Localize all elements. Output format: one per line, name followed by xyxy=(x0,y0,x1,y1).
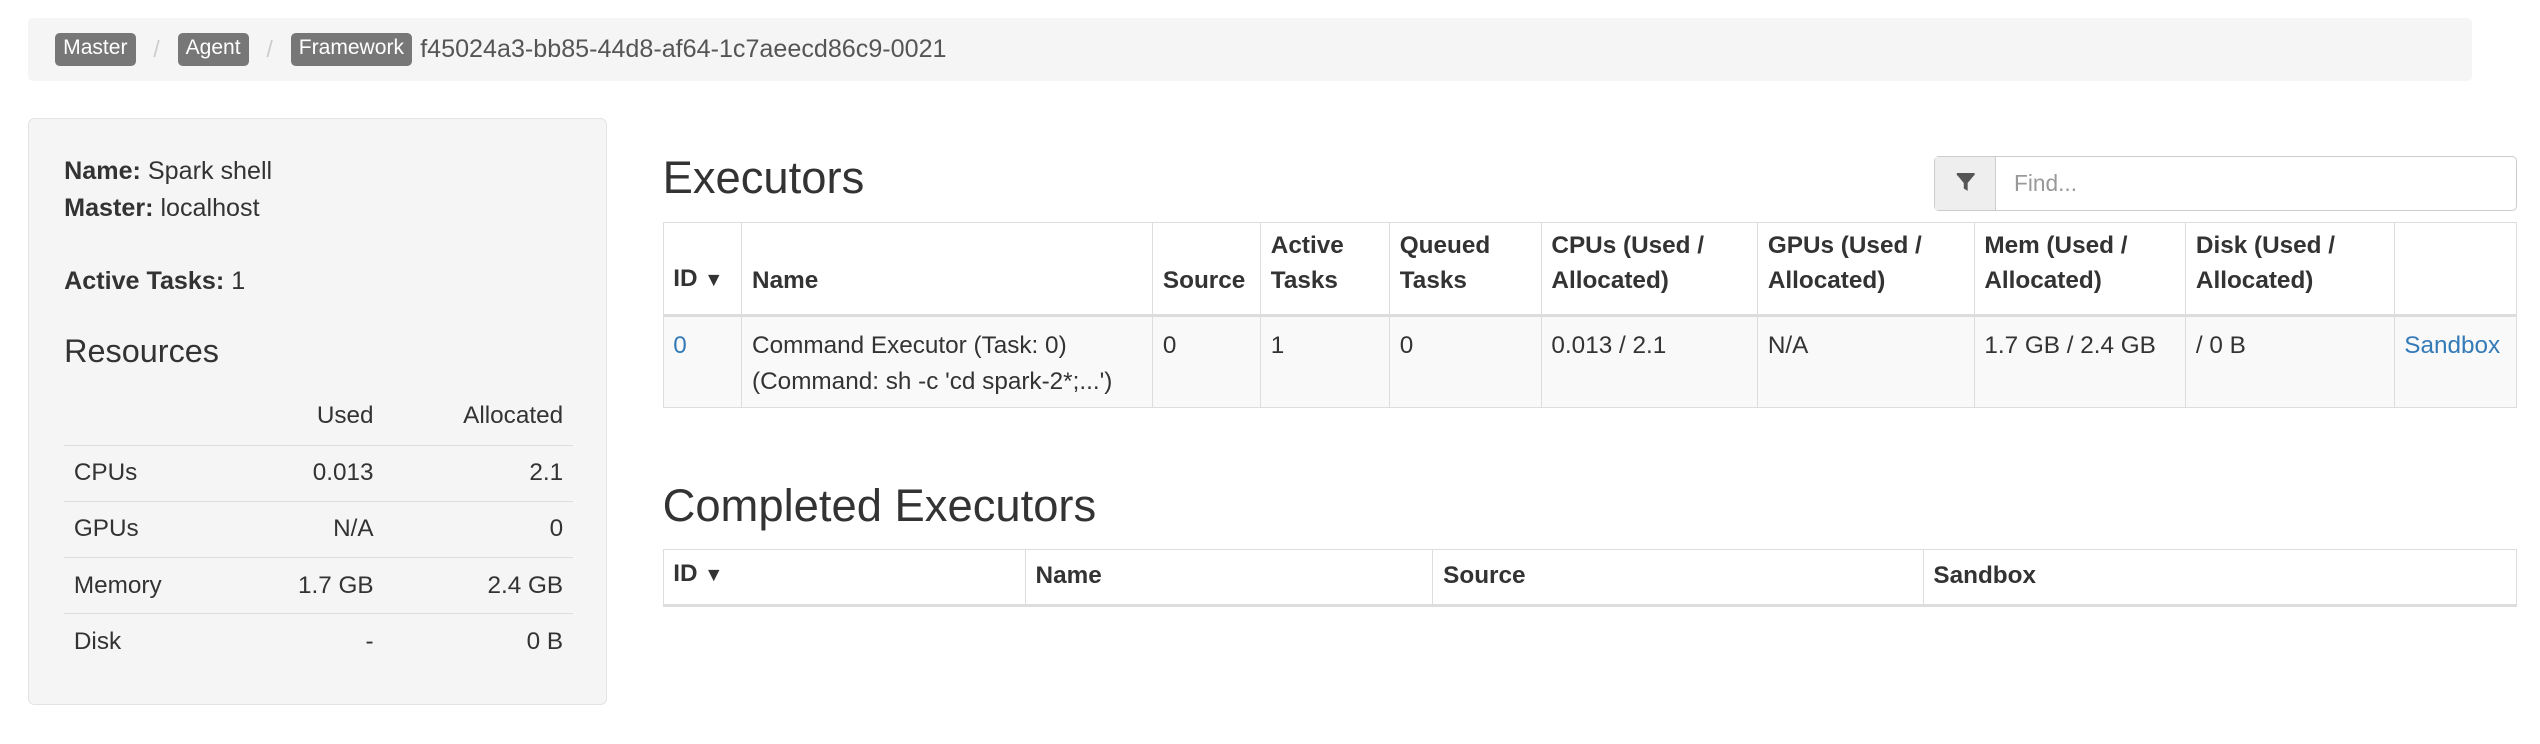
column-header-sandbox[interactable]: Sandbox xyxy=(1922,549,2518,607)
resources-row-memory: Memory 1.7 GB 2.4 GB xyxy=(64,557,573,615)
completed-executors-table: ID ▼ Name Source Sandbox xyxy=(662,549,2518,607)
column-header-source[interactable]: Source xyxy=(1432,549,1924,607)
active-tasks-label: Active Tasks: xyxy=(64,266,225,295)
header-line: Tasks xyxy=(1399,267,1467,295)
filter-icon xyxy=(1935,156,1997,210)
sort-desc-icon: ▼ xyxy=(704,269,724,292)
column-header-id-label: ID xyxy=(673,265,698,293)
framework-master: Master: localhost xyxy=(64,194,259,223)
resources-header-allocated: Allocated xyxy=(383,386,573,446)
resource-name: GPUs xyxy=(64,501,235,559)
column-header-id-label: ID xyxy=(673,560,698,588)
column-header-source[interactable]: Source xyxy=(1152,221,1262,317)
header-line: Allocated) xyxy=(1551,267,1669,295)
resources-header-used: Used xyxy=(234,386,384,446)
header-line: Disk (Used / xyxy=(2195,231,2336,259)
column-header-gpus[interactable]: GPUs (Used / Allocated) xyxy=(1757,221,1975,317)
executor-cpus-cell: 0.013 / 2.1 xyxy=(1540,314,1759,408)
sort-desc-icon: ▼ xyxy=(704,564,724,587)
executor-id-cell: 0 xyxy=(662,314,743,408)
resource-name: CPUs xyxy=(64,445,235,502)
header-line: Queued xyxy=(1399,231,1491,259)
column-header-active-tasks[interactable]: Active Tasks xyxy=(1260,221,1391,317)
header-line: CPUs (Used / xyxy=(1551,231,1704,259)
name-label: Name: xyxy=(64,156,141,185)
table-row: 0 Command Executor (Task: 0) (Command: sh… xyxy=(662,314,2518,408)
sandbox-link[interactable]: Sandbox xyxy=(2404,332,2500,359)
framework-info-panel: Name: Spark shell Master: localhost Acti… xyxy=(27,118,608,705)
breadcrumb-separator: / xyxy=(153,35,160,62)
column-header-name[interactable]: Name xyxy=(1024,549,1434,607)
resources-row-disk: Disk - 0 B xyxy=(64,614,573,670)
active-tasks: Active Tasks: 1 xyxy=(64,267,245,296)
resources-row-cpus: CPUs 0.013 2.1 xyxy=(64,445,573,502)
column-header-disk[interactable]: Disk (Used / Allocated) xyxy=(2185,221,2395,317)
executor-name-line: Command Executor (Task: 0) xyxy=(752,331,1067,359)
executors-title: Executors xyxy=(662,152,865,204)
resource-used: - xyxy=(365,627,374,655)
executor-active-tasks-cell: 1 xyxy=(1260,314,1391,408)
resources-header-blank xyxy=(64,386,235,446)
executor-name-cell: Command Executor (Task: 0) (Command: sh -… xyxy=(741,314,1154,408)
name-value: Spark shell xyxy=(147,156,273,185)
executors-search-input[interactable] xyxy=(1996,156,2517,210)
breadcrumb-master[interactable]: Master xyxy=(55,33,136,66)
header-line: Allocated) xyxy=(1767,267,1886,295)
column-header-sandbox xyxy=(2393,221,2518,317)
header-line: Mem (Used / xyxy=(1984,231,2128,259)
page: Master / Agent / Framework f45024a3-bb85… xyxy=(0,0,2540,744)
active-tasks-value: 1 xyxy=(231,266,246,295)
header-line: Allocated) xyxy=(2195,267,2314,295)
executor-queued-tasks-cell: 0 xyxy=(1389,314,1542,408)
breadcrumb-separator: / xyxy=(266,35,273,62)
executors-table: ID ▼ Name Source Active Tasks Queued Tasks … xyxy=(662,221,2518,408)
breadcrumb-framework-id: f45024a3-bb85-44d8-af64-1c7aeecd86c9-002… xyxy=(420,34,947,63)
header-line: GPUs (Used / xyxy=(1767,231,1922,259)
column-header-id[interactable]: ID ▼ xyxy=(662,221,743,317)
header-line: Allocated) xyxy=(1984,267,2102,295)
executor-sandbox-cell: Sandbox xyxy=(2393,314,2518,408)
resource-name: Disk xyxy=(73,627,122,655)
executor-source-cell: 0 xyxy=(1152,314,1262,408)
executor-mem-cell: 1.7 GB / 2.4 GB xyxy=(1973,314,2187,408)
executor-disk-cell: / 0 B xyxy=(2185,314,2395,408)
resource-used: 0.013 xyxy=(234,445,384,502)
resource-used: N/A xyxy=(234,501,384,559)
header-line: Tasks xyxy=(1270,267,1338,295)
resource-allocated: 0 xyxy=(383,501,573,559)
resources-table: Used Allocated CPUs 0.013 2.1 GPUs N/A 0… xyxy=(64,386,573,670)
completed-executors-title: Completed Executors xyxy=(662,479,1097,531)
resources-title: Resources xyxy=(64,333,219,370)
executors-filter xyxy=(1934,155,2518,211)
resource-allocated: 2.4 GB xyxy=(383,557,573,615)
column-header-cpus[interactable]: CPUs (Used / Allocated) xyxy=(1540,221,1759,317)
executor-id-link[interactable]: 0 xyxy=(673,332,687,359)
executor-gpus-cell: N/A xyxy=(1757,314,1975,408)
breadcrumb-framework[interactable]: Framework xyxy=(290,33,413,66)
resource-allocated: 0 B xyxy=(526,627,564,655)
breadcrumb-agent[interactable]: Agent xyxy=(177,33,249,66)
resource-allocated: 2.1 xyxy=(383,445,573,502)
resources-row-gpus: GPUs N/A 0 xyxy=(64,501,573,559)
column-header-name[interactable]: Name xyxy=(741,221,1154,317)
column-header-queued-tasks[interactable]: Queued Tasks xyxy=(1389,221,1542,317)
master-label: Master: xyxy=(64,193,154,222)
breadcrumb: Master / Agent / Framework f45024a3-bb85… xyxy=(27,17,2473,81)
column-header-id[interactable]: ID ▼ xyxy=(662,549,1026,607)
executor-command-line: (Command: sh -c 'cd spark-2*;...') xyxy=(752,367,1113,395)
resource-name: Memory xyxy=(64,557,235,615)
column-header-mem[interactable]: Mem (Used / Allocated) xyxy=(1973,221,2187,317)
master-value: localhost xyxy=(160,193,260,222)
framework-name: Name: Spark shell xyxy=(64,157,272,186)
resource-used: 1.7 GB xyxy=(234,557,384,615)
header-line: Active xyxy=(1270,231,1344,259)
